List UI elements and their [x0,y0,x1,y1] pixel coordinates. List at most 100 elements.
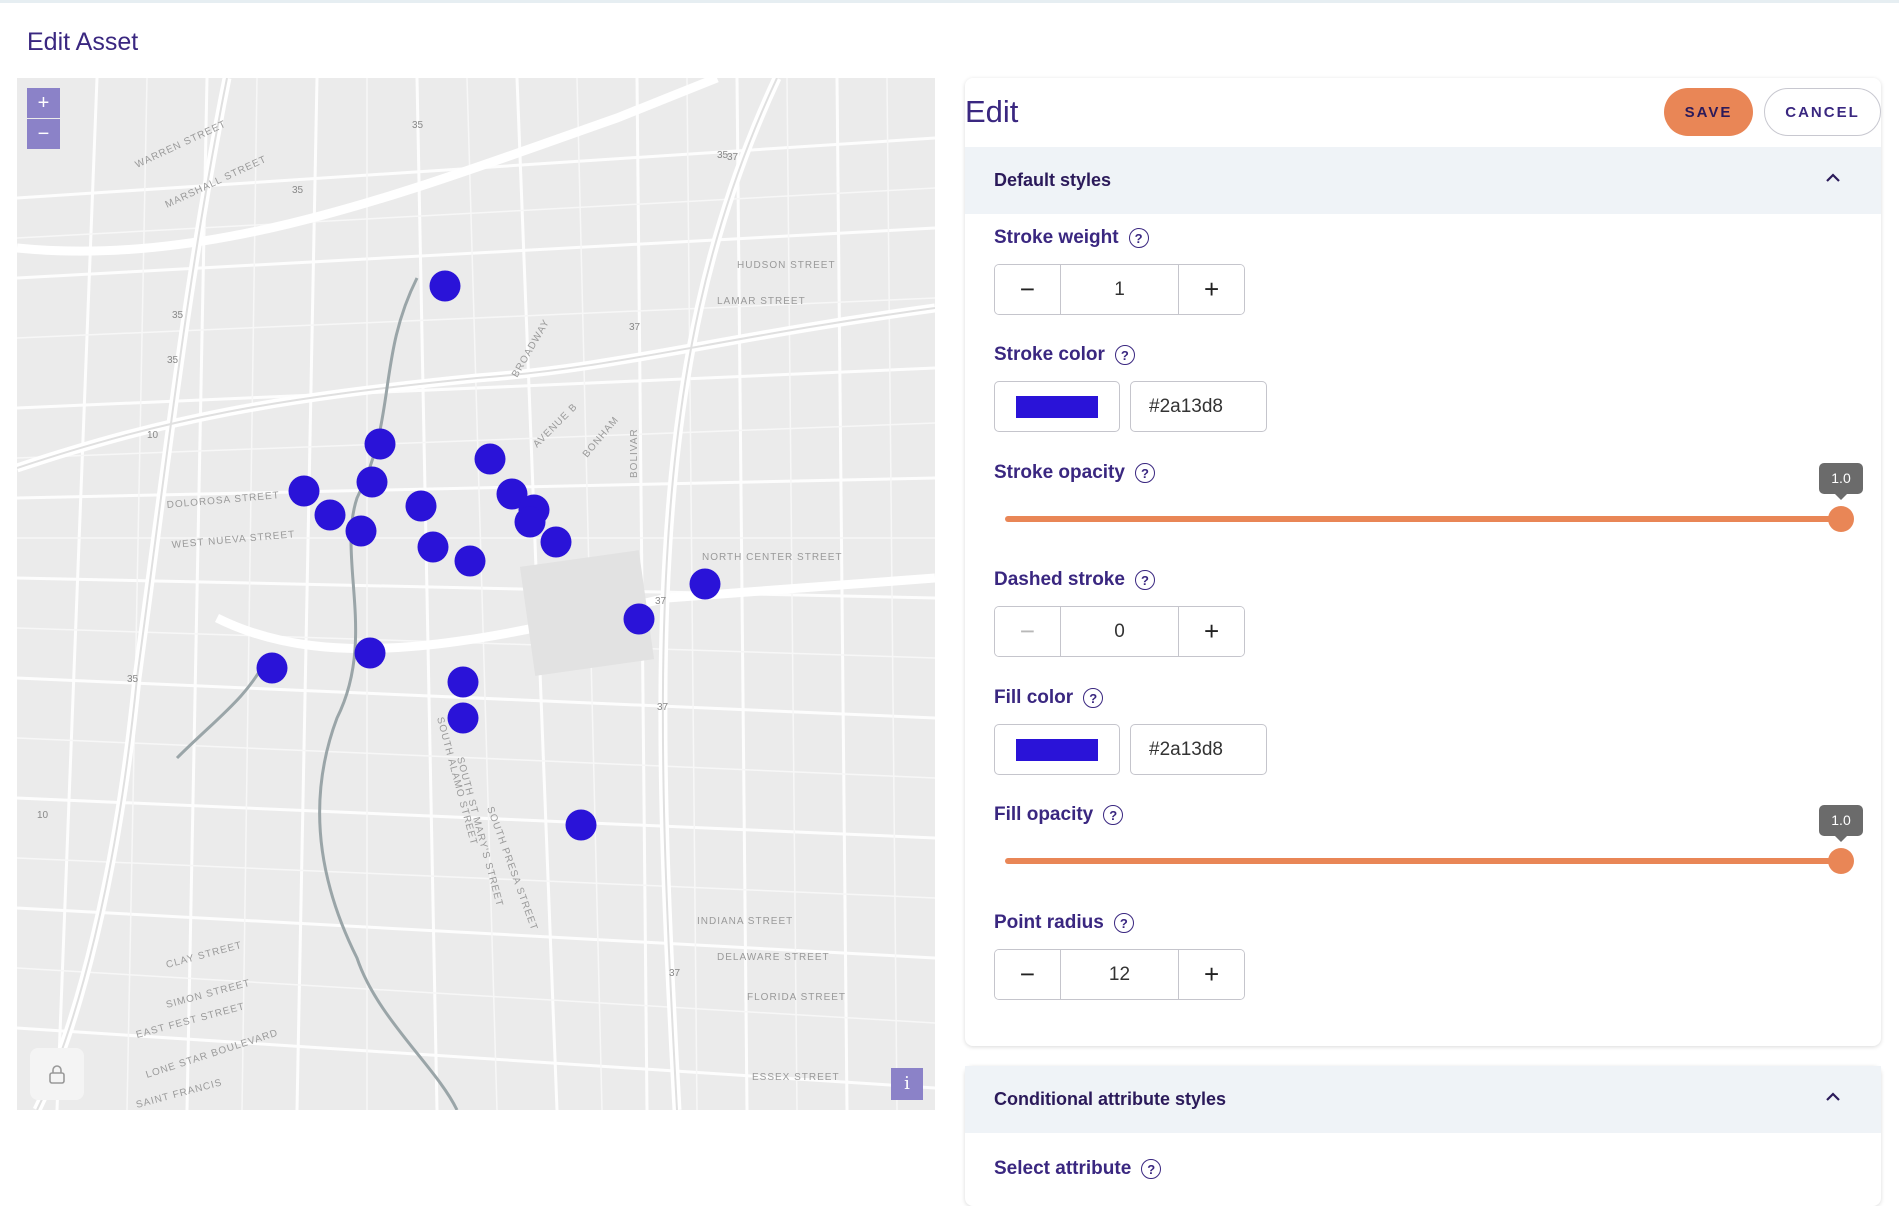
stroke-opacity-slider-track[interactable] [1005,516,1843,522]
point-radius-text: Point radius [994,912,1104,933]
stroke-weight-decrement-button[interactable]: − [995,265,1060,314]
svg-text:NORTH CENTER STREET: NORTH CENTER STREET [702,552,843,563]
map-point[interactable] [514,506,546,538]
cancel-button[interactable]: CANCEL [1764,88,1881,136]
fill-color-label: Fill color ? [994,687,1104,709]
stroke-opacity-tooltip: 1.0 [1819,463,1863,500]
svg-text:ESSEX STREET: ESSEX STREET [752,1072,840,1083]
map-point[interactable] [364,428,396,460]
map-point[interactable] [405,490,437,522]
zoom-in-button[interactable]: + [27,88,60,118]
help-icon[interactable]: ? [1113,913,1134,933]
stroke-color-hex-input[interactable] [1130,381,1267,432]
map-point[interactable] [354,637,386,669]
map-point[interactable] [454,545,486,577]
svg-text:35: 35 [172,310,184,321]
fill-color-swatch [1016,738,1098,761]
map-lock-button[interactable] [30,1048,84,1100]
map-point[interactable] [345,515,377,547]
chevron-up-icon [1826,173,1840,182]
map-point[interactable] [417,531,449,563]
svg-text:BOLIVAR: BOLIVAR [629,428,640,478]
svg-text:35: 35 [167,355,179,366]
map-point[interactable] [447,666,479,698]
map-info-button[interactable]: i [891,1068,923,1100]
svg-text:37: 37 [655,596,667,607]
map-point[interactable] [689,568,721,600]
point-radius-value[interactable]: 12 [1059,950,1180,999]
fill-color-text: Fill color [994,687,1074,708]
stroke-opacity-slider-thumb[interactable] [1828,506,1854,532]
dashed-stroke-decrement-button[interactable]: − [995,607,1060,656]
stroke-weight-text: Stroke weight [994,227,1119,248]
fill-opacity-slider-thumb[interactable] [1828,848,1854,874]
map-point[interactable] [447,702,479,734]
stroke-opacity-text: Stroke opacity [994,462,1125,483]
help-icon[interactable]: ? [1114,345,1135,365]
stroke-weight-value[interactable]: 1 [1059,265,1180,314]
zoom-out-button[interactable]: − [27,119,60,149]
help-icon[interactable]: ? [1134,463,1155,483]
map-basemap: WARREN STREET MARSHALL STREET HUDSON STR… [17,78,935,1110]
help-icon[interactable]: ? [1083,688,1104,708]
svg-text:37: 37 [657,702,669,713]
editor-title: Edit [965,94,1019,129]
fill-opacity-slider-track[interactable] [1005,858,1843,864]
help-icon[interactable]: ? [1128,228,1149,248]
svg-text:INDIANA STREET: INDIANA STREET [697,916,793,927]
map-point[interactable] [356,466,388,498]
svg-text:10: 10 [147,430,159,441]
map-point[interactable] [565,809,597,841]
dashed-stroke-stepper: − 0 + [994,606,1245,657]
map-point[interactable] [540,526,572,558]
point-radius-label: Point radius ? [994,912,1134,934]
svg-text:HUDSON STREET: HUDSON STREET [737,260,836,271]
stroke-weight-stepper: − 1 + [994,264,1245,315]
save-button[interactable]: SAVE [1664,88,1753,136]
fill-opacity-tooltip: 1.0 [1819,805,1863,842]
svg-text:37: 37 [669,968,681,979]
fill-opacity-text: Fill opacity [994,804,1094,825]
point-radius-increment-button[interactable]: + [1179,950,1244,999]
svg-text:35: 35 [127,674,139,685]
select-attribute-text: Select attribute [994,1158,1132,1179]
stroke-opacity-label: Stroke opacity ? [994,462,1155,484]
chevron-up-icon [1826,1092,1840,1101]
svg-text:LAMAR STREET: LAMAR STREET [717,296,806,307]
svg-text:DELAWARE STREET: DELAWARE STREET [717,952,830,963]
help-icon[interactable]: ? [1134,570,1155,590]
top-border [0,0,1899,3]
default-styles-card [965,78,1881,1046]
help-icon[interactable]: ? [1103,805,1124,825]
default-styles-title: Default styles [994,170,1112,190]
map-point[interactable] [623,603,655,635]
map-point[interactable] [314,499,346,531]
stroke-weight-increment-button[interactable]: + [1179,265,1244,314]
fill-color-picker[interactable] [994,724,1120,775]
map-view[interactable]: WARREN STREET MARSHALL STREET HUDSON STR… [17,78,935,1110]
fill-color-hex-input[interactable] [1130,724,1267,775]
lock-icon [49,1065,65,1084]
svg-text:37: 37 [727,152,739,163]
map-point[interactable] [256,652,288,684]
svg-text:35: 35 [412,120,424,131]
dashed-stroke-value[interactable]: 0 [1059,607,1180,656]
default-styles-header[interactable]: Default styles [965,147,1881,214]
page-title: Edit Asset [27,28,139,56]
svg-text:35: 35 [292,185,304,196]
svg-text:10: 10 [37,810,49,821]
map-point[interactable] [474,443,506,475]
map-point[interactable] [288,475,320,507]
map-point[interactable] [429,270,461,302]
dashed-stroke-label: Dashed stroke ? [994,569,1155,591]
stroke-color-picker[interactable] [994,381,1120,432]
help-icon[interactable]: ? [1141,1159,1162,1179]
stroke-color-swatch [1016,395,1098,418]
point-radius-decrement-button[interactable]: − [995,950,1060,999]
stroke-weight-label: Stroke weight ? [994,227,1149,249]
conditional-styles-title: Conditional attribute styles [994,1089,1227,1109]
stroke-color-label: Stroke color ? [994,344,1135,366]
conditional-styles-header[interactable]: Conditional attribute styles [965,1066,1881,1133]
dashed-stroke-increment-button[interactable]: + [1179,607,1244,656]
dashed-stroke-text: Dashed stroke [994,569,1125,590]
